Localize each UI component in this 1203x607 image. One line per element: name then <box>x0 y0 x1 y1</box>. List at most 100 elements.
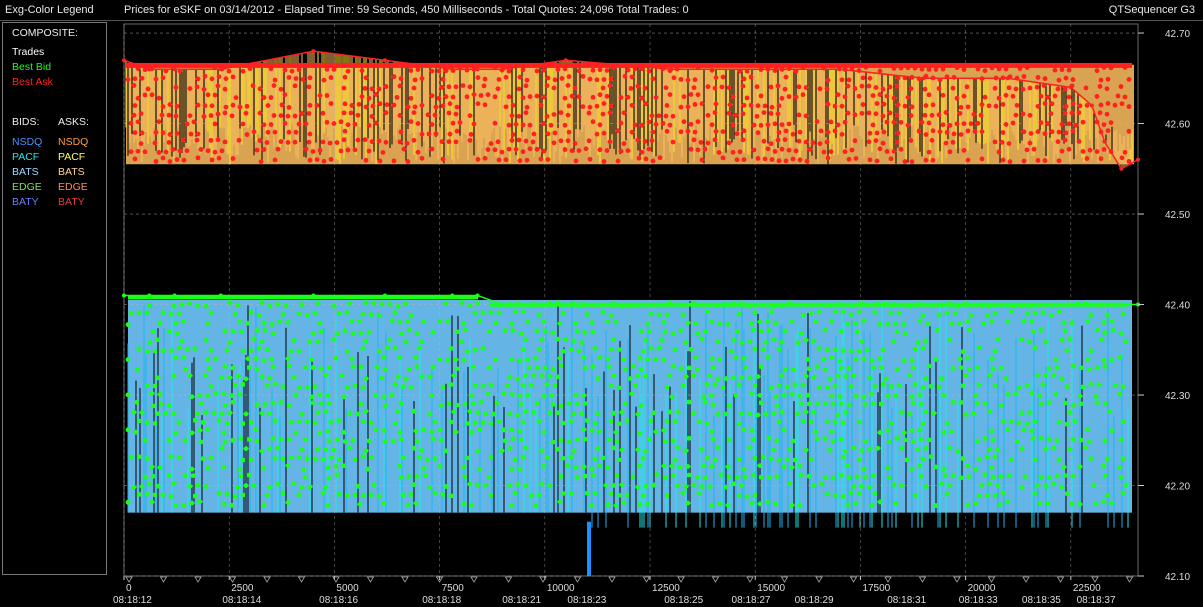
best-ask-marker <box>523 138 529 144</box>
best-bid-marker <box>1013 391 1019 397</box>
best-ask-marker <box>1027 112 1033 118</box>
best-bid-marker <box>704 421 710 427</box>
best-bid-marker <box>363 448 369 454</box>
best-bid-marker <box>800 382 806 388</box>
best-bid-marker <box>763 411 769 417</box>
best-bid-marker <box>840 454 846 460</box>
best-ask-marker <box>790 131 796 137</box>
best-ask-marker <box>625 67 631 73</box>
best-ask-marker <box>545 157 551 162</box>
best-ask-point <box>147 67 152 72</box>
best-ask-marker <box>1097 84 1103 89</box>
best-bid-marker <box>1046 366 1052 371</box>
best-ask-marker <box>769 104 775 110</box>
best-ask-marker <box>681 94 687 100</box>
best-bid-marker <box>582 473 588 479</box>
best-bid-point <box>563 302 568 307</box>
best-bid-marker <box>835 373 841 379</box>
best-bid-marker <box>723 376 729 381</box>
best-bid-marker <box>189 500 195 506</box>
best-ask-marker <box>404 140 410 146</box>
best-bid-marker <box>136 346 142 352</box>
best-bid-marker <box>525 357 531 363</box>
best-bid-marker <box>749 500 755 506</box>
best-bid-marker <box>174 330 180 336</box>
best-bid-marker <box>878 401 884 407</box>
best-ask-marker <box>992 139 998 145</box>
y-tick-label: 42.30 <box>1165 391 1190 402</box>
best-bid-marker <box>419 339 425 345</box>
best-bid-marker <box>206 366 212 371</box>
best-bid-marker <box>272 381 278 387</box>
best-ask-marker <box>866 139 872 145</box>
best-bid-marker <box>555 410 561 416</box>
best-ask-marker <box>776 129 782 135</box>
best-bid-marker <box>613 503 619 508</box>
best-bid-marker <box>259 300 265 305</box>
best-ask-marker <box>754 84 760 90</box>
best-bid-marker <box>326 365 332 370</box>
best-bid-marker <box>525 392 531 398</box>
best-bid-marker <box>645 356 651 362</box>
best-ask-marker <box>569 148 575 154</box>
best-ask-marker <box>446 139 452 145</box>
best-bid-marker <box>144 349 150 354</box>
best-bid-marker <box>846 475 852 481</box>
best-bid-marker <box>803 373 809 379</box>
best-bid-marker <box>182 438 188 443</box>
best-bid-marker <box>678 328 684 333</box>
best-bid-marker <box>454 366 460 372</box>
best-bid-marker <box>992 310 998 316</box>
best-ask-marker <box>832 103 838 109</box>
best-bid-marker <box>438 437 444 443</box>
best-ask-marker <box>597 67 603 73</box>
best-ask-marker <box>1101 122 1107 128</box>
best-bid-marker <box>406 327 412 333</box>
best-bid-marker <box>512 309 518 315</box>
best-bid-point <box>311 293 316 298</box>
best-ask-marker <box>782 137 788 143</box>
best-bid-marker <box>688 346 694 352</box>
best-bid-marker <box>149 390 155 396</box>
best-bid-marker <box>142 438 148 443</box>
best-ask-marker <box>1069 110 1075 116</box>
best-bid-marker <box>584 311 590 317</box>
best-ask-marker <box>1118 84 1124 89</box>
best-bid-marker <box>608 312 614 318</box>
best-bid-marker <box>1109 318 1115 324</box>
best-bid-marker <box>619 482 625 488</box>
best-bid-marker <box>973 501 979 506</box>
best-bid-marker <box>349 356 355 362</box>
best-ask-marker <box>425 112 431 118</box>
best-bid-marker <box>213 390 219 396</box>
best-bid-marker <box>299 302 305 307</box>
best-bid-marker <box>395 408 401 414</box>
best-ask-marker <box>880 86 886 92</box>
best-bid-marker <box>1056 419 1062 425</box>
best-ask-marker <box>951 131 957 137</box>
best-bid-marker <box>845 463 851 468</box>
best-ask-marker <box>215 137 221 143</box>
best-bid-marker <box>222 439 228 445</box>
best-ask-marker <box>544 83 550 89</box>
best-ask-marker <box>153 129 159 135</box>
best-bid-marker <box>469 502 475 508</box>
best-ask-marker <box>937 129 943 135</box>
best-ask-marker <box>156 119 162 125</box>
best-bid-marker <box>803 447 809 453</box>
best-ask-marker <box>926 92 932 98</box>
best-bid-marker <box>574 437 580 442</box>
best-ask-marker <box>450 94 456 100</box>
best-bid-marker <box>315 446 321 452</box>
best-bid-marker <box>374 364 380 370</box>
best-ask-marker <box>678 104 684 110</box>
best-bid-marker <box>832 419 838 425</box>
best-bid-marker <box>181 355 187 361</box>
best-bid-marker <box>765 318 771 324</box>
best-bid-marker <box>144 456 150 461</box>
time-marker-icon <box>297 576 306 583</box>
best-bid-marker <box>430 329 436 335</box>
best-bid-marker <box>757 501 763 507</box>
best-bid-marker <box>736 456 742 462</box>
best-bid-marker <box>333 355 339 361</box>
